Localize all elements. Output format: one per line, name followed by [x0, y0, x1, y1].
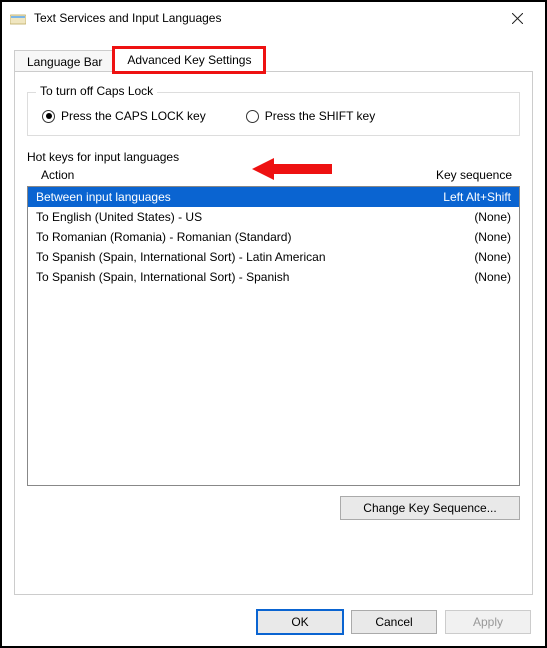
- hotkey-row[interactable]: Between input languagesLeft Alt+Shift: [28, 187, 519, 207]
- ok-button[interactable]: OK: [257, 610, 343, 634]
- hotkeys-listbox[interactable]: Between input languagesLeft Alt+ShiftTo …: [27, 186, 520, 486]
- hotkeys-list-header: Action Key sequence: [27, 166, 520, 186]
- hotkey-keyseq: (None): [391, 210, 511, 224]
- hotkey-keyseq: (None): [391, 250, 511, 264]
- change-key-sequence-button[interactable]: Change Key Sequence...: [340, 496, 520, 520]
- capslock-groupbox: To turn off Caps Lock Press the CAPS LOC…: [27, 92, 520, 136]
- radio-press-shift[interactable]: Press the SHIFT key: [246, 109, 375, 123]
- col-header-action: Action: [41, 168, 392, 182]
- radio-icon: [42, 110, 55, 123]
- hotkey-action: To Spanish (Spain, International Sort) -…: [36, 270, 391, 284]
- radio-label: Press the CAPS LOCK key: [61, 109, 206, 123]
- hotkeys-section-label: Hot keys for input languages: [27, 150, 179, 164]
- hotkey-action: Between input languages: [36, 190, 391, 204]
- titlebar: Text Services and Input Languages: [2, 2, 545, 34]
- tab-panel: To turn off Caps Lock Press the CAPS LOC…: [14, 71, 533, 595]
- hotkey-row[interactable]: To English (United States) - US(None): [28, 207, 519, 227]
- dialog-buttons: OK Cancel Apply: [257, 610, 531, 634]
- hotkey-keyseq: (None): [391, 270, 511, 284]
- hotkey-action: To Spanish (Spain, International Sort) -…: [36, 250, 391, 264]
- close-button[interactable]: [497, 4, 537, 32]
- hotkey-row[interactable]: To Romanian (Romania) - Romanian (Standa…: [28, 227, 519, 247]
- col-header-keyseq: Key sequence: [392, 168, 512, 182]
- radio-label: Press the SHIFT key: [265, 109, 375, 123]
- tab-advanced-key-settings[interactable]: Advanced Key Settings: [114, 48, 264, 72]
- radio-press-capslock[interactable]: Press the CAPS LOCK key: [42, 109, 206, 123]
- window-title: Text Services and Input Languages: [34, 11, 497, 25]
- hotkey-keyseq: Left Alt+Shift: [391, 190, 511, 204]
- hotkey-row[interactable]: To Spanish (Spain, International Sort) -…: [28, 267, 519, 287]
- app-icon: [10, 10, 26, 26]
- radio-icon: [246, 110, 259, 123]
- tab-language-bar[interactable]: Language Bar: [14, 50, 115, 72]
- hotkey-action: To Romanian (Romania) - Romanian (Standa…: [36, 230, 391, 244]
- cancel-button[interactable]: Cancel: [351, 610, 437, 634]
- hotkey-action: To English (United States) - US: [36, 210, 391, 224]
- tabstrip: Language Bar Advanced Key Settings: [14, 48, 533, 72]
- capslock-legend: To turn off Caps Lock: [36, 84, 157, 98]
- close-icon: [512, 13, 523, 24]
- hotkey-keyseq: (None): [391, 230, 511, 244]
- hotkey-row[interactable]: To Spanish (Spain, International Sort) -…: [28, 247, 519, 267]
- apply-button: Apply: [445, 610, 531, 634]
